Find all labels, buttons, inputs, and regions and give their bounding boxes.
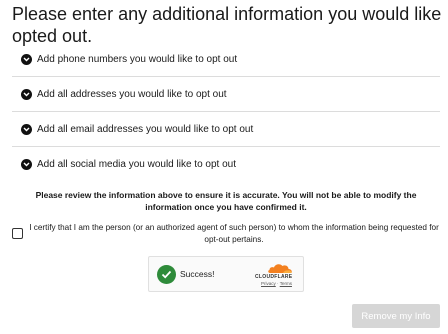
chevron-down-icon <box>21 159 32 170</box>
chevron-down-icon <box>21 53 32 65</box>
section-label: Add all email addresses you would like t… <box>37 123 254 135</box>
page-title: Please enter any additional information … <box>12 4 442 46</box>
terms-link[interactable]: Terms <box>280 281 292 286</box>
chevron-down-icon <box>21 123 32 135</box>
cloudflare-captcha: Success! CLOUDFLARE Privacy · Terms <box>148 256 304 292</box>
success-check-icon <box>157 265 176 284</box>
privacy-link[interactable]: Privacy <box>261 281 276 286</box>
cloudflare-logo-icon <box>268 264 292 273</box>
section-label: Add phone numbers you would like to opt … <box>37 53 238 65</box>
section-label: Add all social media you would like to o… <box>37 159 237 170</box>
remove-my-info-button[interactable]: Remove my Info <box>352 304 440 328</box>
link-separator: · <box>277 281 279 286</box>
certify-checkbox[interactable] <box>12 228 23 239</box>
review-notice: Please review the information above to e… <box>35 190 417 212</box>
certify-label: I certify that I am the person (or an au… <box>29 223 439 244</box>
section-phone-numbers[interactable]: Add phone numbers you would like to opt … <box>12 42 440 77</box>
section-label: Add all addresses you would like to opt … <box>37 88 227 100</box>
chevron-down-icon <box>21 88 32 100</box>
section-social-media[interactable]: Add all social media you would like to o… <box>12 147 440 182</box>
section-email-addresses[interactable]: Add all email addresses you would like t… <box>12 112 440 147</box>
cloudflare-wordmark: CLOUDFLARE <box>255 274 293 280</box>
captcha-status: Success! <box>180 269 215 279</box>
section-addresses[interactable]: Add all addresses you would like to opt … <box>12 77 440 112</box>
